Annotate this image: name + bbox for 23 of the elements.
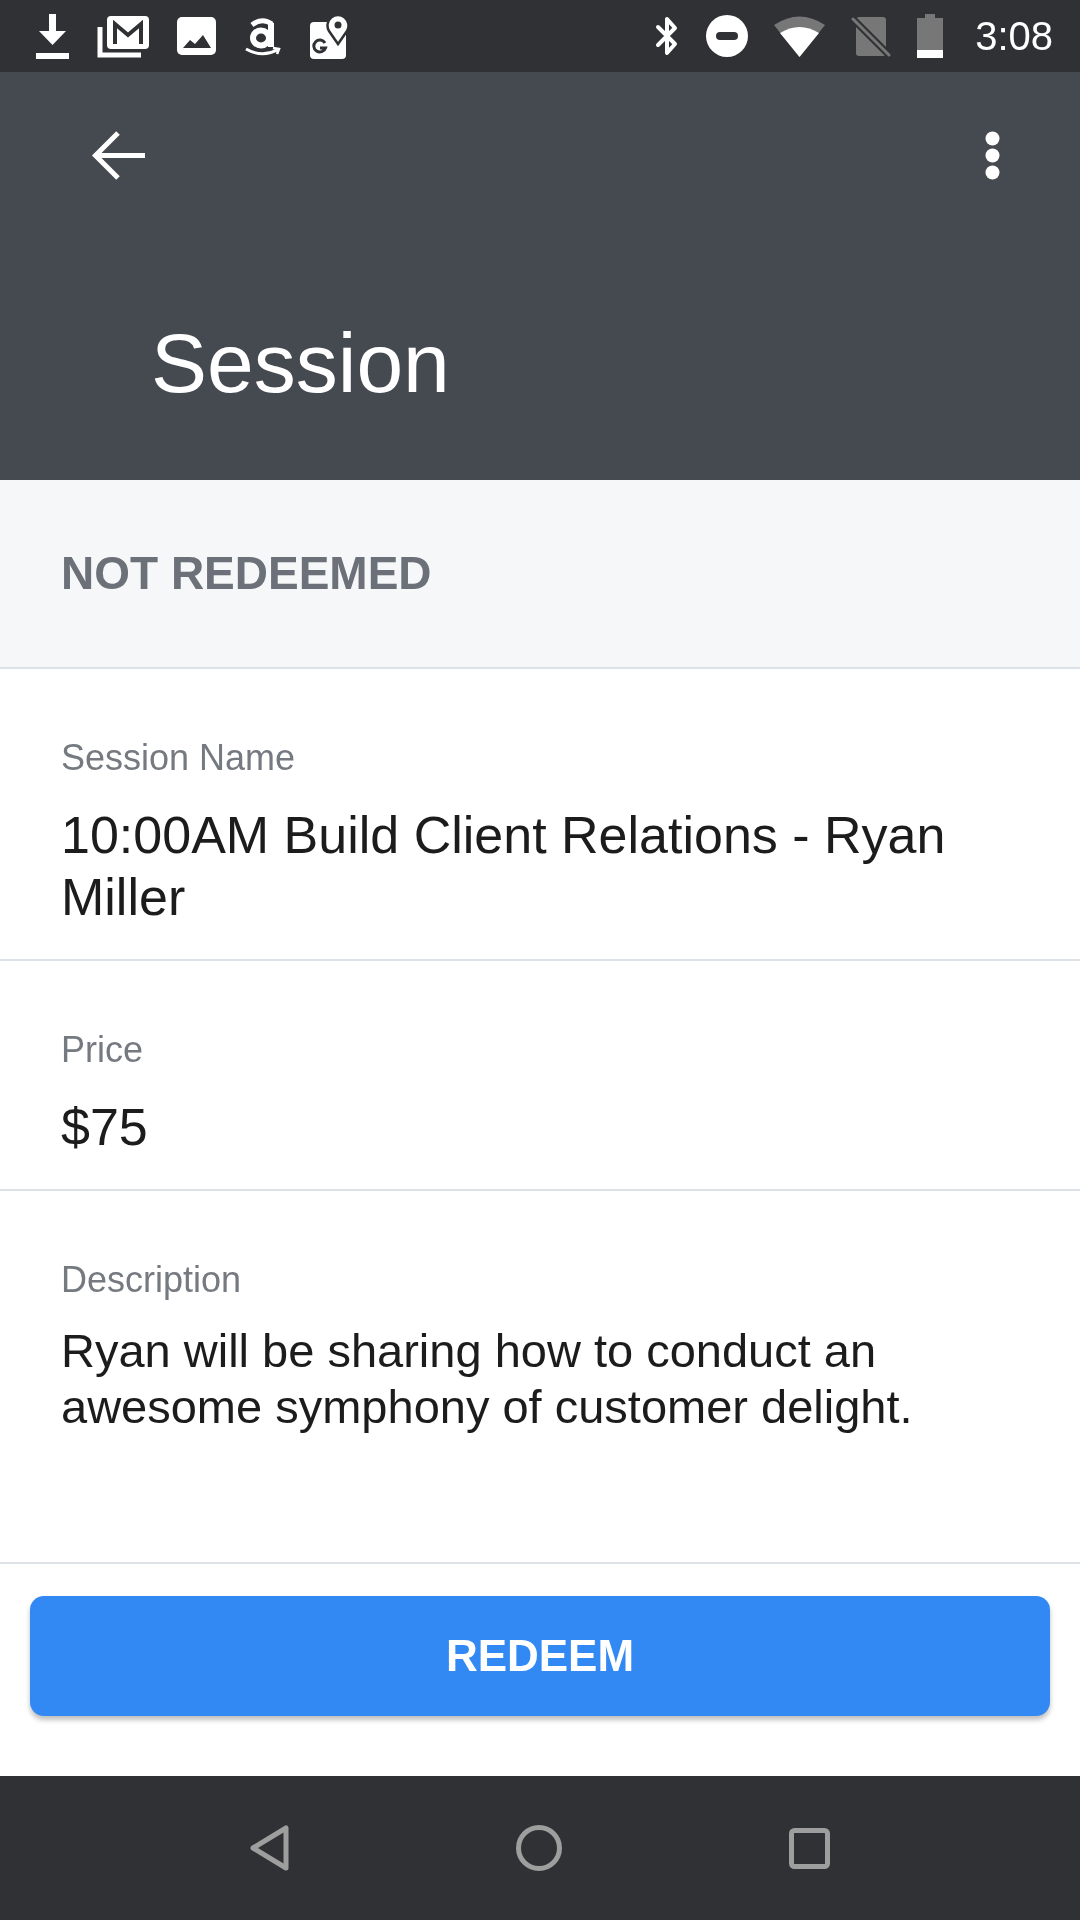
field-label: Price [61, 1028, 145, 1071]
battery-icon [917, 14, 944, 58]
field-value: Ryan will be sharing how to conduct an awesome symphony of customer delight. [61, 1323, 914, 1435]
redeem-button[interactable]: REDEEM [30, 1596, 1050, 1716]
field-value: $75 [61, 1097, 149, 1158]
no-sim-icon [851, 15, 892, 57]
page-title: Session [151, 315, 451, 412]
mail-stack-icon [97, 14, 149, 58]
field-value: 10:00AM Build Client Relations - Ryan Miller [61, 805, 947, 928]
do-not-disturb-icon [706, 15, 749, 57]
field-label: Description [61, 1258, 243, 1301]
image-icon [177, 17, 216, 55]
more-options-icon[interactable] [985, 130, 1000, 180]
back-icon[interactable] [250, 1825, 289, 1871]
redeem-status-text: NOT REDEEMED [61, 545, 432, 601]
recents-square-icon[interactable] [789, 1827, 830, 1869]
wifi-icon [774, 15, 826, 57]
field-label: Session Name [61, 736, 297, 779]
smile-logo-icon [244, 15, 282, 57]
download-icon [36, 13, 69, 59]
status-time: 3:08 [975, 16, 1053, 56]
home-icon[interactable] [516, 1825, 562, 1871]
map-pin-icon [310, 13, 351, 59]
